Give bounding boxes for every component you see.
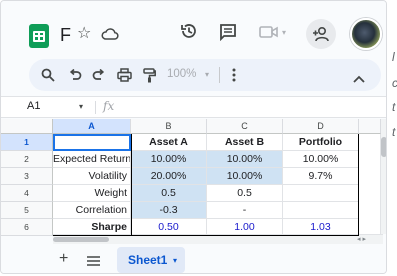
side-text-1: l <box>392 50 395 64</box>
table-border-right <box>358 134 359 236</box>
column-header-d[interactable]: D <box>283 119 359 134</box>
column-header-a[interactable]: A <box>53 119 131 134</box>
vertical-scroll-thumb[interactable] <box>381 137 386 157</box>
comments-icon[interactable] <box>219 23 237 46</box>
cell-b2[interactable]: 10.00% <box>131 151 207 168</box>
cell-c1[interactable]: Asset B <box>207 134 283 151</box>
cell-d2[interactable]: 10.00% <box>283 151 359 168</box>
row-header-5[interactable]: 5 <box>1 202 53 219</box>
search-menus-icon[interactable] <box>37 59 59 91</box>
table-border-bottom <box>53 235 359 236</box>
column-e-cells[interactable] <box>359 134 381 236</box>
row-header-1[interactable]: 1 <box>1 134 53 151</box>
row-header-2[interactable]: 2 <box>1 151 53 168</box>
sheet-bar: + Sheet1 ▾ <box>1 244 386 273</box>
cell-c5[interactable]: - <box>207 202 283 219</box>
cell-d5[interactable] <box>283 202 359 219</box>
cell-a2[interactable]: Expected Return <box>53 151 131 168</box>
cell-d1[interactable]: Portfolio <box>283 134 359 151</box>
share-button[interactable] <box>306 19 336 49</box>
cell-c4[interactable]: 0.5 <box>207 185 283 202</box>
sheet-tab-label: Sheet1 <box>128 253 168 267</box>
select-all-corner[interactable] <box>1 119 53 134</box>
name-box-dropdown-icon[interactable]: ▾ <box>79 102 83 111</box>
meet-dropdown-icon[interactable]: ▾ <box>282 28 286 37</box>
zoom-dropdown-icon[interactable]: ▾ <box>205 70 209 79</box>
print-icon[interactable] <box>113 59 135 91</box>
table-border-left <box>131 134 132 236</box>
avatar[interactable] <box>350 18 382 50</box>
sheets-logo-icon[interactable] <box>29 24 49 48</box>
cell-b1[interactable]: Asset A <box>131 134 207 151</box>
row-header-6[interactable]: 6 <box>1 219 53 236</box>
side-text-3: t <box>392 100 396 114</box>
cell-b3[interactable]: 20.00% <box>131 168 207 185</box>
scroll-arrows-icon[interactable]: ◂▸ <box>357 235 368 243</box>
side-text-2: c <box>392 76 397 90</box>
paint-format-icon[interactable] <box>139 59 159 91</box>
cell-a5[interactable]: Correlation <box>53 202 131 219</box>
toolbar-divider <box>219 67 220 83</box>
version-history-icon[interactable] <box>179 21 199 46</box>
column-header-b[interactable]: B <box>131 119 207 134</box>
column-header-c[interactable]: C <box>207 119 283 134</box>
cell-d3[interactable]: 9.7% <box>283 168 359 185</box>
document-title[interactable]: F <box>60 25 71 45</box>
cell-a3[interactable]: Volatility <box>53 168 131 185</box>
cloud-status-icon[interactable] <box>101 27 119 46</box>
sheet-tab-dropdown-icon[interactable]: ▾ <box>173 256 177 265</box>
more-options-icon[interactable] <box>232 67 236 88</box>
redo-icon[interactable] <box>89 59 109 91</box>
toolbar: 100% ▾ <box>29 59 381 91</box>
formula-bar-divider <box>95 101 96 114</box>
name-box[interactable]: A1 <box>27 100 40 112</box>
cell-d4[interactable] <box>283 185 359 202</box>
row-header-4[interactable]: 4 <box>1 185 53 202</box>
formula-bar: A1 ▾ fx <box>1 96 386 118</box>
title-bar: F ☆ ▾ <box>1 1 386 55</box>
vertical-scrollbar[interactable] <box>381 119 386 234</box>
fx-icon: fx <box>103 99 115 113</box>
cell-a4[interactable]: Weight <box>53 185 131 202</box>
zoom-select[interactable]: 100% <box>167 68 196 80</box>
cell-c2[interactable]: 10.00% <box>207 151 283 168</box>
sheet-tab-sheet1[interactable]: Sheet1 ▾ <box>117 247 185 273</box>
cell-b5[interactable]: -0.3 <box>131 202 207 219</box>
horizontal-scroll-thumb[interactable] <box>53 237 109 242</box>
side-text-4: t <box>392 125 396 139</box>
row-header-3[interactable]: 3 <box>1 168 53 185</box>
star-icon[interactable]: ☆ <box>77 24 91 44</box>
cell-a1[interactable] <box>53 134 131 151</box>
add-person-icon <box>313 26 329 42</box>
all-sheets-icon[interactable] <box>87 253 100 271</box>
add-sheet-icon[interactable]: + <box>59 250 68 268</box>
meet-icon[interactable] <box>259 25 279 44</box>
undo-icon[interactable] <box>65 59 85 91</box>
collapse-toolbar-icon[interactable] <box>353 70 365 88</box>
column-header-e[interactable] <box>359 119 381 134</box>
cell-c3[interactable]: 10.00% <box>207 168 283 185</box>
cell-b4[interactable]: 0.5 <box>131 185 207 202</box>
sheets-window: F ☆ ▾ 100% ▾ A1 ▾ fx A B C D 1 2 3 4 5 6… <box>0 0 387 274</box>
